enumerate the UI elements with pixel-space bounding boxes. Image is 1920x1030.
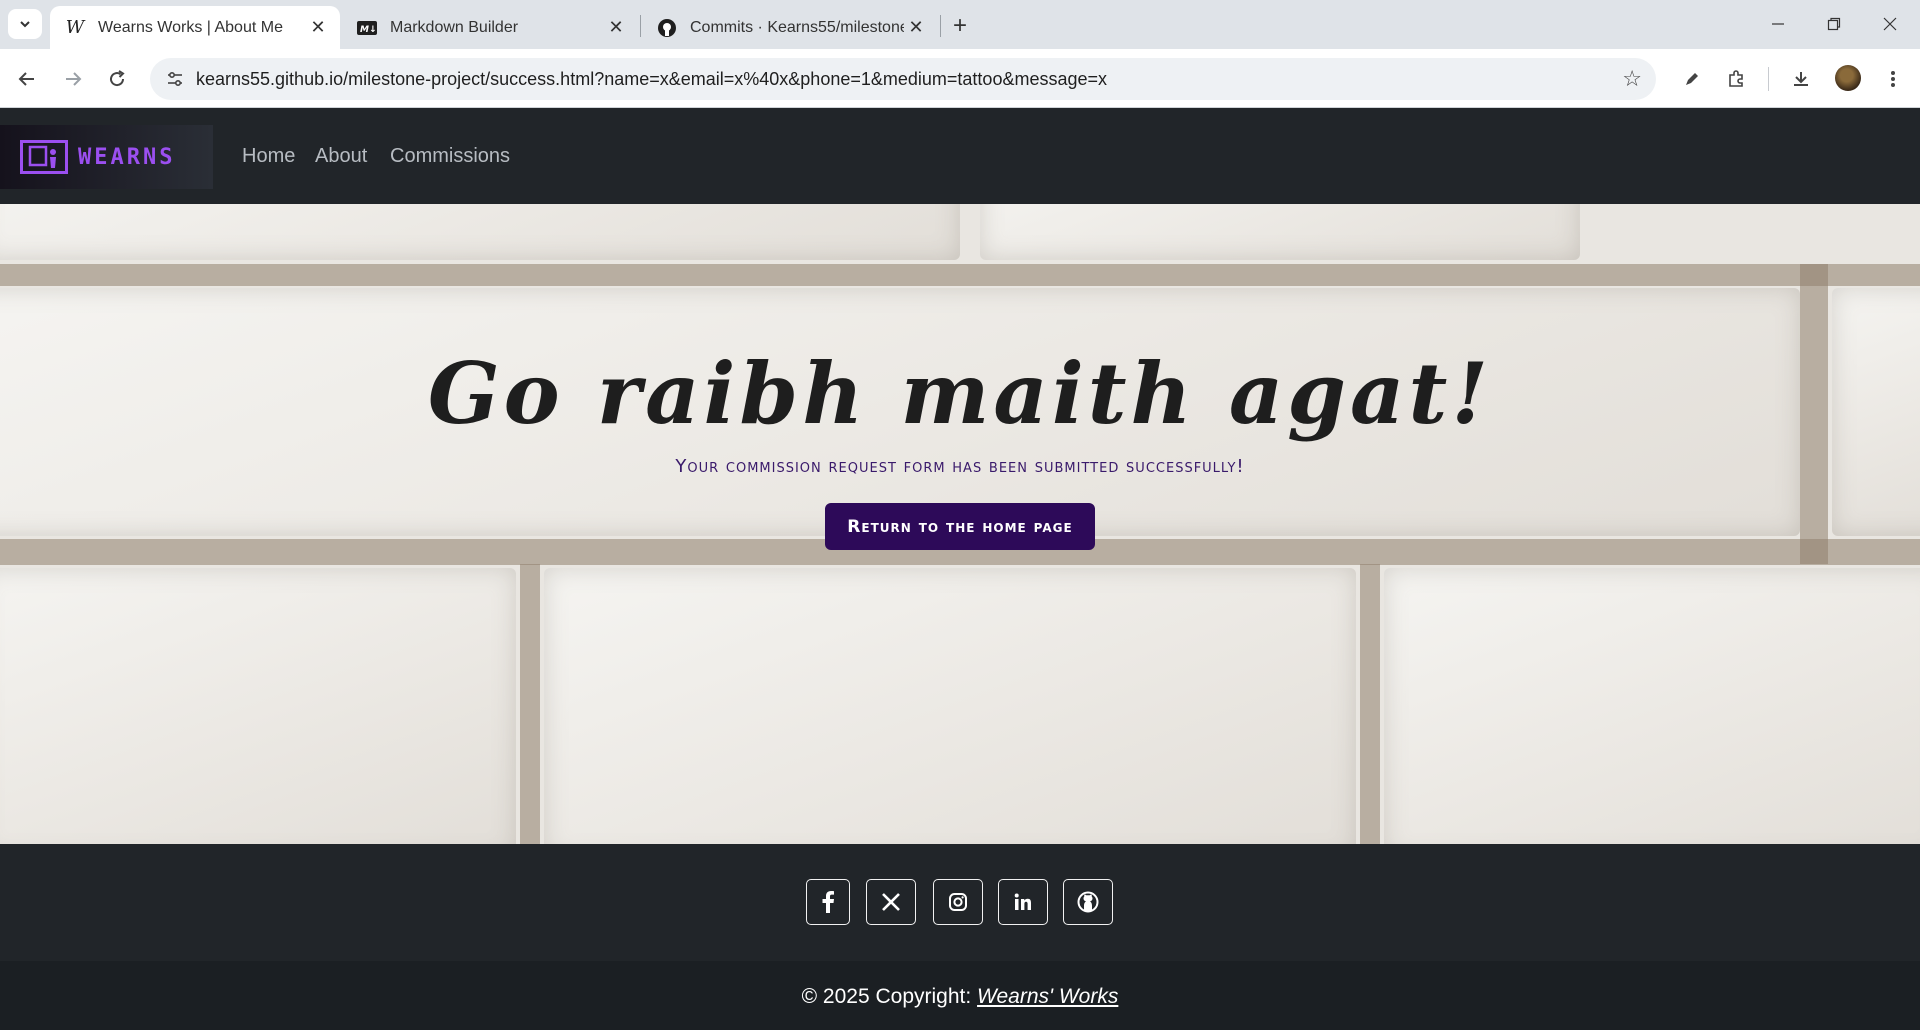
site-info-icon[interactable] [164, 68, 186, 90]
copyright-link[interactable]: Wearns' Works [977, 985, 1118, 1008]
browser-tab-bar: W Wearns Works | About Me ✕ M↓ Markdown … [0, 0, 1920, 49]
tab-title: Wearns Works | About Me [98, 18, 283, 36]
github-button[interactable] [1063, 879, 1113, 925]
more-vertical-icon [1891, 71, 1895, 87]
instagram-icon [949, 893, 967, 911]
tab-divider [640, 15, 641, 37]
brand-name: WEARNS [78, 144, 176, 170]
new-tab-button[interactable]: + [946, 12, 974, 40]
arrow-right-icon [66, 72, 82, 86]
github-icon [1077, 891, 1099, 913]
menu-button[interactable] [1876, 62, 1910, 96]
hero-subtitle: Your commission request form has been su… [675, 456, 1245, 477]
reload-button[interactable] [100, 62, 134, 96]
github-icon [656, 17, 678, 39]
bookmark-star-icon[interactable]: ☆ [1622, 66, 1642, 92]
edit-pen-button[interactable] [1675, 62, 1709, 96]
hero-title: Go raibh maith agat! [427, 344, 1493, 443]
facebook-button[interactable] [806, 879, 850, 925]
close-icon[interactable]: ✕ [904, 16, 928, 40]
wearns-favicon-icon: W [65, 17, 85, 38]
x-icon [882, 893, 900, 911]
restore-button[interactable] [1814, 8, 1854, 40]
tab-github-commits[interactable]: Commits · Kearns55/milestone- ✕ [642, 6, 938, 49]
x-twitter-button[interactable] [866, 879, 916, 925]
social-footer [0, 844, 1920, 961]
nav-commissions[interactable]: Commissions [390, 145, 510, 168]
nav-home[interactable]: Home [242, 145, 295, 168]
brand-logo[interactable]: WEARNS [0, 125, 213, 189]
site-navbar: WEARNS Home About Commissions [0, 109, 1920, 204]
url-text[interactable]: kearns55.github.io/milestone-project/suc… [196, 69, 1107, 90]
tab-divider [940, 15, 941, 37]
puzzle-icon [1729, 70, 1743, 87]
copyright-bar: © 2025 Copyright: Wearns' Works [0, 961, 1920, 1030]
download-icon [1794, 72, 1808, 86]
easel-logo-icon [20, 140, 68, 174]
close-icon[interactable]: ✕ [604, 16, 628, 40]
linkedin-button[interactable] [998, 879, 1048, 925]
restore-icon [1827, 17, 1841, 31]
pen-icon [1686, 73, 1698, 85]
arrow-left-icon [18, 72, 34, 86]
markdown-favicon-icon: M↓ [356, 17, 378, 39]
forward-button[interactable] [56, 62, 90, 96]
close-window-button[interactable] [1870, 8, 1910, 40]
profile-avatar[interactable] [1835, 65, 1861, 91]
return-home-button[interactable]: Return to the home page [825, 503, 1095, 550]
browser-toolbar: kearns55.github.io/milestone-project/suc… [0, 49, 1920, 108]
reload-icon [110, 70, 125, 87]
nav-about[interactable]: About [315, 145, 367, 168]
instagram-button[interactable] [933, 879, 983, 925]
close-icon[interactable]: ✕ [306, 16, 330, 40]
facebook-icon [822, 891, 834, 913]
tab-title: Markdown Builder [390, 18, 519, 36]
tab-markdown-builder[interactable]: M↓ Markdown Builder ✕ [342, 6, 638, 49]
copyright-text: © 2025 Copyright: [801, 985, 972, 1008]
close-icon [1883, 17, 1897, 31]
linkedin-icon [1014, 893, 1031, 910]
minimize-icon [1772, 23, 1784, 25]
minimize-button[interactable] [1758, 8, 1798, 40]
tab-title: Commits · Kearns55/milestone- [690, 18, 904, 36]
svg-text:M↓: M↓ [360, 25, 377, 35]
address-bar[interactable]: kearns55.github.io/milestone-project/suc… [150, 58, 1656, 100]
extensions-button[interactable] [1719, 62, 1753, 96]
tab-wearns-works[interactable]: W Wearns Works | About Me ✕ [50, 6, 340, 49]
downloads-button[interactable] [1784, 62, 1818, 96]
tab-search-button[interactable] [8, 9, 42, 39]
chevron-down-icon [20, 21, 30, 28]
toolbar-divider [1768, 67, 1769, 91]
hero-section: Go raibh maith agat! Your commission req… [0, 204, 1920, 844]
back-button[interactable] [10, 62, 44, 96]
